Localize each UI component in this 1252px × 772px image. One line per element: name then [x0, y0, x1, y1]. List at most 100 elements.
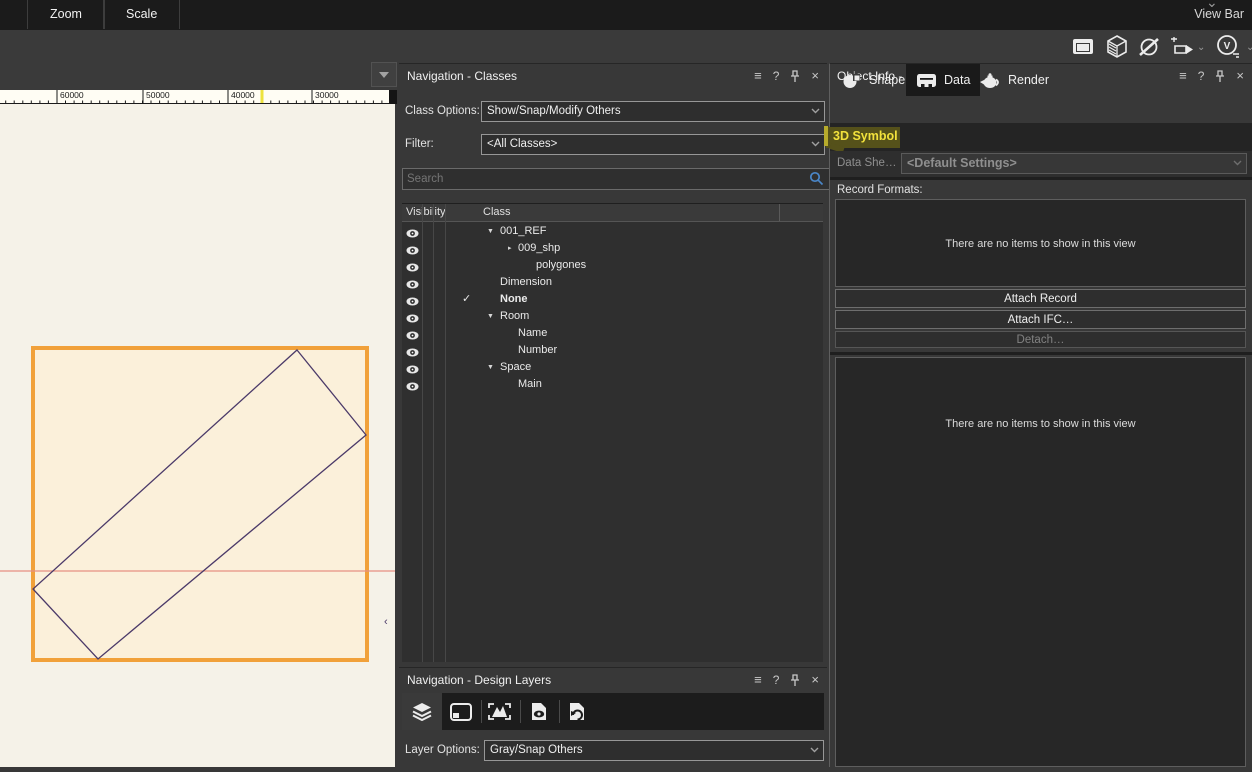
viewport-icon[interactable] [488, 703, 511, 720]
empty-list-message: There are no items to show in this view [945, 418, 1136, 430]
search-icon[interactable] [809, 171, 824, 186]
version-badge-icon[interactable]: V [1215, 34, 1243, 60]
visibility-eye-icon[interactable] [406, 382, 419, 391]
pin-icon[interactable] [790, 69, 800, 83]
layer-options-dropdown[interactable]: Gray/Snap Others [484, 740, 824, 761]
chevron-down-icon[interactable]: ⌄ [1246, 42, 1252, 53]
visibility-eye-icon[interactable] [406, 314, 419, 323]
visibility-eye-icon[interactable] [406, 263, 419, 272]
class-name[interactable]: Number [518, 342, 557, 359]
attach-record-button[interactable]: Attach Record [835, 289, 1246, 308]
tree-row[interactable]: ▼ Room [402, 308, 823, 325]
class-name[interactable]: Name [518, 325, 547, 342]
expander-open-icon[interactable]: ▼ [487, 308, 494, 325]
insert-symbol-icon[interactable] [1169, 37, 1195, 57]
class-name[interactable]: polygones [536, 257, 586, 274]
layers-icon[interactable] [411, 702, 433, 721]
class-name[interactable]: 009_shp [518, 240, 560, 257]
pin-icon[interactable] [1215, 69, 1225, 83]
help-icon[interactable]: ? [773, 68, 780, 84]
section-divider [830, 177, 1252, 180]
tab-scale[interactable]: Scale [103, 0, 181, 29]
ruler-dropdown-button[interactable] [371, 62, 397, 87]
expander-open-icon[interactable]: ▼ [487, 223, 494, 240]
classes-panel-header[interactable]: Navigation - Classes ≡ ? × [399, 64, 827, 89]
class-name[interactable]: Space [500, 359, 531, 376]
shape-icon [843, 73, 860, 88]
design-layers-panel-header[interactable]: Navigation - Design Layers ≡ ? × [399, 668, 827, 693]
class-options-value: Show/Snap/Modify Others [487, 105, 621, 117]
chevron-down-icon [811, 108, 820, 114]
visibility-eye-icon[interactable] [406, 280, 419, 289]
reference-eye-icon[interactable] [529, 702, 549, 722]
visibility-eye-icon[interactable] [406, 297, 419, 306]
column-visibility: Visibility [406, 206, 446, 218]
visibility-eye-icon[interactable] [406, 229, 419, 238]
view-bar-toolbar: ⌄ V ⌄ [397, 30, 1252, 88]
hide-eye-icon[interactable] [1137, 36, 1161, 58]
class-search-input[interactable] [402, 168, 834, 190]
class-tree[interactable]: Visibility Class ▼ 001_REF ▸ 009_shp polygon… [402, 203, 823, 662]
tree-row[interactable]: ▼ Space [402, 359, 823, 376]
panel-collapse-arrow-icon[interactable]: ‹ [384, 616, 388, 628]
class-name[interactable]: None [500, 291, 528, 308]
strip-divider [481, 700, 482, 723]
tree-row[interactable]: Dimension [402, 274, 823, 291]
stack-cube-icon[interactable] [1106, 35, 1128, 59]
class-name[interactable]: Room [500, 308, 529, 325]
strip-divider [520, 700, 521, 723]
menu-icon[interactable]: ≡ [754, 672, 762, 688]
ruler-end-cap [389, 90, 397, 104]
class-options-label: Class Options: [405, 105, 480, 117]
tab-render-label: Render [1008, 73, 1049, 87]
detach-button: Detach… [835, 331, 1246, 348]
tab-zoom[interactable]: Zoom [27, 0, 105, 29]
close-icon[interactable]: × [1236, 68, 1244, 84]
expander-collapsed-icon[interactable]: ▸ [508, 240, 512, 257]
visibility-eye-icon[interactable] [406, 365, 419, 374]
svg-text:50000: 50000 [146, 90, 170, 100]
reference-update-icon[interactable] [567, 702, 587, 722]
visibility-eye-icon[interactable] [406, 246, 419, 255]
design-layers-panel-title: Navigation - Design Layers [407, 673, 552, 687]
class-filter-dropdown[interactable]: <All Classes> [481, 134, 825, 155]
menu-icon[interactable]: ≡ [1179, 68, 1187, 84]
attach-ifc-button[interactable]: Attach IFC… [835, 310, 1246, 329]
tree-row[interactable]: ▸ 009_shp [402, 240, 823, 257]
chevron-down-icon [1233, 160, 1242, 166]
tab-render[interactable]: Render [969, 64, 1059, 96]
chevron-down-icon [811, 141, 820, 147]
visibility-eye-icon[interactable] [406, 348, 419, 357]
record-formats-list[interactable]: There are no items to show in this view [835, 199, 1246, 287]
record-fields-list[interactable]: There are no items to show in this view [835, 357, 1246, 767]
pin-icon[interactable] [790, 673, 800, 687]
tree-row[interactable]: Main [402, 376, 823, 393]
column-class: Class [483, 206, 511, 218]
tab-shape[interactable]: Shape [832, 64, 915, 96]
tree-row[interactable]: polygones [402, 257, 823, 274]
help-icon[interactable]: ? [1198, 68, 1205, 84]
class-options-dropdown[interactable]: Show/Snap/Modify Others [481, 101, 825, 122]
design-layer-icon[interactable] [450, 703, 472, 721]
visibility-eye-icon[interactable] [406, 331, 419, 340]
top-mode-bar: Zoom Scale ⌄ View Bar [0, 0, 1252, 30]
tree-row[interactable]: Name [402, 325, 823, 342]
close-icon[interactable]: × [811, 68, 819, 84]
tree-row[interactable]: ✓ None [402, 291, 823, 308]
class-name[interactable]: 001_REF [500, 223, 546, 240]
data-sheet-row: Data She… <Default Settings> [830, 151, 1252, 177]
chevron-down-icon[interactable]: ⌄ [1197, 42, 1205, 53]
selected-orange-rectangle[interactable] [31, 346, 369, 662]
tree-row[interactable]: Number [402, 342, 823, 359]
class-name[interactable]: Dimension [500, 274, 552, 291]
drawing-canvas[interactable]: ‹ [0, 104, 395, 767]
record-formats-label: Record Formats: [837, 184, 923, 196]
tree-row[interactable]: ▼ 001_REF [402, 223, 823, 240]
panel-icon[interactable] [1072, 38, 1094, 55]
menu-icon[interactable]: ≡ [754, 68, 762, 84]
close-icon[interactable]: × [811, 672, 819, 688]
expander-open-icon[interactable]: ▼ [487, 359, 494, 376]
tree-column-header[interactable]: Visibility Class [402, 204, 823, 222]
help-icon[interactable]: ? [773, 672, 780, 688]
class-name[interactable]: Main [518, 376, 542, 393]
